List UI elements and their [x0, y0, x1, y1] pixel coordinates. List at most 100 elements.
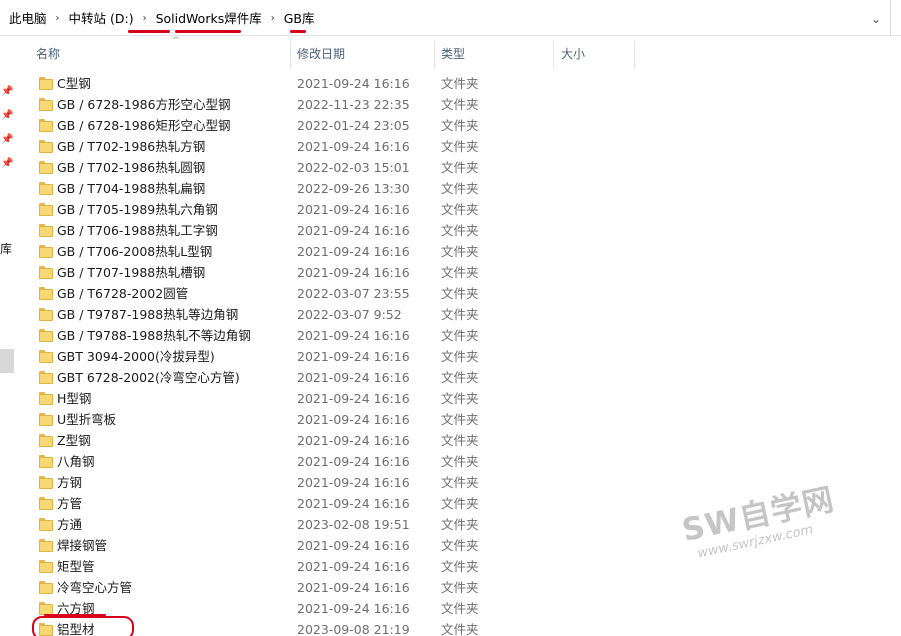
pin-icon[interactable]: 📌 — [1, 133, 13, 147]
chevron-down-icon[interactable]: ⌄ — [866, 10, 886, 28]
annotation-circle — [32, 616, 134, 636]
item-date: 2021-09-24 16:16 — [297, 349, 410, 364]
nav-selected-item[interactable] — [0, 349, 14, 373]
list-item[interactable]: 冷弯空心方管 2021-09-24 16:16 文件夹 — [18, 577, 901, 598]
item-date: 2021-09-24 16:16 — [297, 412, 410, 427]
item-type: 文件夹 — [441, 412, 479, 427]
breadcrumb-gb-library[interactable]: GB库 — [281, 10, 318, 28]
item-name: Z型钢 — [57, 433, 91, 448]
list-item[interactable]: H型钢 2021-09-24 16:16 文件夹 — [18, 388, 901, 409]
item-date: 2021-09-24 16:16 — [297, 433, 410, 448]
chevron-right-icon[interactable]: › — [137, 10, 153, 28]
item-name: GBT 3094-2000(冷拔异型) — [57, 349, 215, 364]
item-type: 文件夹 — [441, 601, 479, 616]
chevron-right-icon[interactable]: › — [50, 10, 66, 28]
item-date: 2021-09-24 16:16 — [297, 244, 410, 259]
list-item[interactable]: GB / 6728-1986矩形空心型钢 2022-01-24 23:05 文件夹 — [18, 115, 901, 136]
item-date: 2021-09-24 16:16 — [297, 580, 410, 595]
item-date: 2023-09-08 21:19 — [297, 622, 410, 636]
list-item[interactable]: Z型钢 2021-09-24 16:16 文件夹 — [18, 430, 901, 451]
breadcrumb-drive-d[interactable]: 中转站 (D:) — [66, 10, 137, 28]
list-item[interactable]: U型折弯板 2021-09-24 16:16 文件夹 — [18, 409, 901, 430]
item-type: 文件夹 — [441, 286, 479, 301]
folder-icon — [39, 308, 53, 321]
item-type: 文件夹 — [441, 370, 479, 385]
folder-icon — [39, 119, 53, 132]
list-item[interactable]: GB / T702-1986热轧圆钢 2022-02-03 15:01 文件夹 — [18, 157, 901, 178]
item-type: 文件夹 — [441, 118, 479, 133]
item-type: 文件夹 — [441, 76, 479, 91]
item-name: C型钢 — [57, 76, 91, 91]
item-name: GB / T707-1988热轧槽钢 — [57, 265, 206, 280]
item-date: 2023-02-08 19:51 — [297, 517, 410, 532]
column-date[interactable]: 修改日期 — [297, 37, 437, 69]
list-item[interactable]: GB / T9787-1988热轧等边角钢 2022-03-07 9:52 文件夹 — [18, 304, 901, 325]
item-name: GB / T705-1989热轧六角钢 — [57, 202, 218, 217]
list-item[interactable]: GB / T702-1986热轧方钢 2021-09-24 16:16 文件夹 — [18, 136, 901, 157]
list-item[interactable]: GBT 6728-2002(冷弯空心方管) 2021-09-24 16:16 文件夹 — [18, 367, 901, 388]
folder-icon — [39, 140, 53, 153]
list-item[interactable]: GB / T705-1989热轧六角钢 2021-09-24 16:16 文件夹 — [18, 199, 901, 220]
item-date: 2021-09-24 16:16 — [297, 328, 410, 343]
list-item[interactable]: 八角钢 2021-09-24 16:16 文件夹 — [18, 451, 901, 472]
pin-icon[interactable]: 📌 — [1, 85, 13, 99]
list-item[interactable]: C型钢 2021-09-24 16:16 文件夹 — [18, 73, 901, 94]
folder-icon — [39, 581, 53, 594]
item-type: 文件夹 — [441, 496, 479, 511]
item-name: GB / T704-1988热轧扁钢 — [57, 181, 206, 196]
column-divider[interactable] — [290, 41, 291, 69]
list-item[interactable]: 六方钢 2021-09-24 16:16 文件夹 — [18, 598, 901, 619]
item-date: 2022-09-26 13:30 — [297, 181, 410, 196]
folder-icon — [39, 98, 53, 111]
item-name: 方管 — [57, 496, 83, 511]
folder-icon — [39, 245, 53, 258]
folder-icon — [39, 77, 53, 90]
item-date: 2021-09-24 16:16 — [297, 496, 410, 511]
column-type[interactable]: 类型 — [441, 37, 551, 69]
item-name: H型钢 — [57, 391, 92, 406]
list-item[interactable]: GB / T707-1988热轧槽钢 2021-09-24 16:16 文件夹 — [18, 262, 901, 283]
column-divider[interactable] — [553, 41, 554, 69]
folder-icon — [39, 350, 53, 363]
list-item[interactable]: GB / T706-1988热轧工字钢 2021-09-24 16:16 文件夹 — [18, 220, 901, 241]
item-date: 2021-09-24 16:16 — [297, 391, 410, 406]
item-name: 冷弯空心方管 — [57, 580, 133, 595]
folder-icon — [39, 203, 53, 216]
item-type: 文件夹 — [441, 139, 479, 154]
item-type: 文件夹 — [441, 328, 479, 343]
item-name: GB / T9787-1988热轧等边角钢 — [57, 307, 239, 322]
nav-item-library-fragment[interactable]: 库 — [0, 242, 12, 256]
item-name: GB / 6728-1986矩形空心型钢 — [57, 118, 231, 133]
item-type: 文件夹 — [441, 559, 479, 574]
column-divider[interactable] — [634, 41, 635, 69]
chevron-right-icon[interactable]: › — [265, 10, 281, 28]
list-item[interactable]: GB / T6728-2002圆管 2022-03-07 23:55 文件夹 — [18, 283, 901, 304]
list-item[interactable]: GB / T706-2008热轧L型钢 2021-09-24 16:16 文件夹 — [18, 241, 901, 262]
folder-icon — [39, 434, 53, 447]
item-name: 方钢 — [57, 475, 83, 490]
item-date: 2021-09-24 16:16 — [297, 601, 410, 616]
column-divider[interactable] — [434, 41, 435, 69]
breadcrumb-this-pc[interactable]: 此电脑 — [6, 10, 50, 28]
column-size[interactable]: 大小 — [561, 37, 631, 69]
pin-icon[interactable]: 📌 — [1, 157, 13, 171]
list-item[interactable]: GBT 3094-2000(冷拔异型) 2021-09-24 16:16 文件夹 — [18, 346, 901, 367]
list-item[interactable]: GB / T704-1988热轧扁钢 2022-09-26 13:30 文件夹 — [18, 178, 901, 199]
column-name[interactable]: 名称 — [36, 37, 286, 69]
annotation-underline — [290, 30, 306, 33]
list-item[interactable]: 铝型材 2023-09-08 21:19 文件夹 — [18, 619, 901, 636]
list-item[interactable]: GB / 6728-1986方形空心型钢 2022-11-23 22:35 文件夹 — [18, 94, 901, 115]
item-type: 文件夹 — [441, 181, 479, 196]
item-date: 2022-03-07 23:55 — [297, 286, 410, 301]
item-name: 焊接钢管 — [57, 538, 108, 553]
item-type: 文件夹 — [441, 433, 479, 448]
refresh-area[interactable] — [890, 0, 901, 36]
breadcrumb: 此电脑 › 中转站 (D:) › SolidWorks焊件库 › GB库 — [6, 10, 318, 28]
pin-icon[interactable]: 📌 — [1, 109, 13, 123]
item-name: U型折弯板 — [57, 412, 117, 427]
item-type: 文件夹 — [441, 307, 479, 322]
breadcrumb-solidworks-weldments[interactable]: SolidWorks焊件库 — [153, 10, 265, 28]
item-type: 文件夹 — [441, 538, 479, 553]
folder-icon — [39, 329, 53, 342]
list-item[interactable]: GB / T9788-1988热轧不等边角钢 2021-09-24 16:16 文件… — [18, 325, 901, 346]
